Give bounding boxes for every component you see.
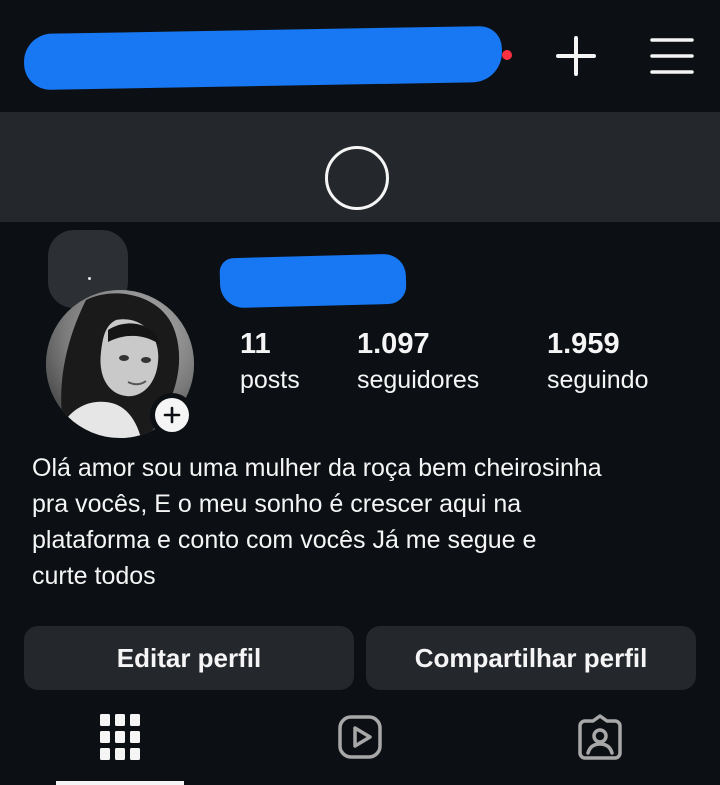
stat-posts-value: 11	[240, 328, 271, 360]
edit-profile-button[interactable]: Editar perfil	[24, 626, 354, 690]
stat-posts-label: posts	[240, 366, 300, 394]
stat-posts[interactable]: 11 posts	[240, 326, 300, 398]
stat-followers-value: 1.097	[357, 328, 430, 360]
top-bar	[0, 0, 720, 112]
stat-following-value: 1.959	[547, 328, 620, 360]
stat-followers[interactable]: 1.097 seguidores	[357, 326, 479, 398]
share-profile-button[interactable]: Compartilhar perfil	[366, 626, 696, 690]
create-button[interactable]	[552, 32, 600, 80]
selected-tab-indicator	[56, 781, 184, 785]
stat-following-label: seguindo	[547, 366, 649, 394]
plus-icon	[556, 36, 596, 76]
note-placeholder-dot	[88, 277, 91, 280]
display-name-redaction	[219, 253, 407, 309]
tab-tagged[interactable]	[480, 710, 720, 785]
menu-button[interactable]	[648, 32, 696, 80]
tab-reels[interactable]	[240, 710, 480, 785]
stat-following[interactable]: 1.959 seguindo	[547, 326, 648, 398]
hamburger-menu-icon	[650, 38, 694, 74]
reels-icon	[338, 715, 382, 759]
loading-spinner-icon	[325, 146, 389, 210]
stat-followers-label: seguidores	[357, 366, 480, 394]
username-redaction[interactable]	[23, 25, 503, 91]
add-story-button[interactable]	[150, 393, 194, 437]
tab-posts-grid[interactable]	[0, 710, 240, 785]
tagged-icon	[578, 714, 622, 760]
profile-bio: Olá amor sou uma mulher da roça bem chei…	[32, 454, 602, 590]
plus-icon	[163, 406, 181, 424]
notification-dot	[502, 50, 512, 60]
grid-icon	[100, 714, 140, 760]
